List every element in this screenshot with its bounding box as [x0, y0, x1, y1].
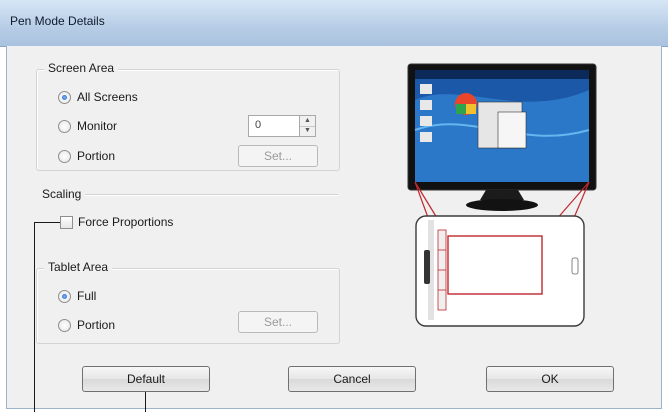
radio-screen-portion[interactable] [58, 150, 71, 163]
force-proportions-label[interactable]: Force Proportions [78, 215, 173, 229]
monitor-number-input[interactable]: 0 [248, 115, 300, 137]
tablet-area-legend: Tablet Area [44, 260, 113, 274]
monitor-illustration [407, 63, 597, 211]
screen-area-legend: Screen Area [44, 61, 119, 75]
full-label[interactable]: Full [77, 289, 96, 303]
tablet-portion-label[interactable]: Portion [77, 318, 115, 332]
mapping-illustration [407, 63, 597, 327]
cancel-button[interactable]: Cancel [288, 366, 416, 392]
radio-monitor[interactable] [58, 120, 71, 133]
spin-down-icon[interactable]: ▼ [300, 126, 315, 136]
monitor-label[interactable]: Monitor [77, 119, 117, 133]
ok-button[interactable]: OK [486, 366, 614, 392]
force-proportions-checkbox[interactable] [60, 216, 73, 229]
callout-line-horizontal [34, 222, 60, 223]
radio-full[interactable] [58, 290, 71, 303]
tablet-set-button[interactable]: Set... [238, 311, 318, 333]
tablet-illustration [415, 215, 585, 327]
scaling-legend: Scaling [40, 187, 86, 201]
radio-all-screens[interactable] [58, 91, 71, 104]
spinner-buttons[interactable]: ▲ ▼ [300, 115, 316, 137]
screen-portion-label[interactable]: Portion [77, 149, 115, 163]
screen-set-button[interactable]: Set... [238, 145, 318, 167]
callout-line-vertical-left [34, 222, 35, 412]
all-screens-label[interactable]: All Screens [77, 90, 138, 104]
callout-line-vertical-default [145, 392, 146, 412]
monitor-spinner[interactable]: 0 ▲ ▼ [248, 115, 316, 137]
title-bar[interactable]: Pen Mode Details [0, 0, 668, 47]
window-title: Pen Mode Details [10, 14, 105, 28]
radio-tablet-portion[interactable] [58, 319, 71, 332]
default-button[interactable]: Default [82, 366, 210, 392]
